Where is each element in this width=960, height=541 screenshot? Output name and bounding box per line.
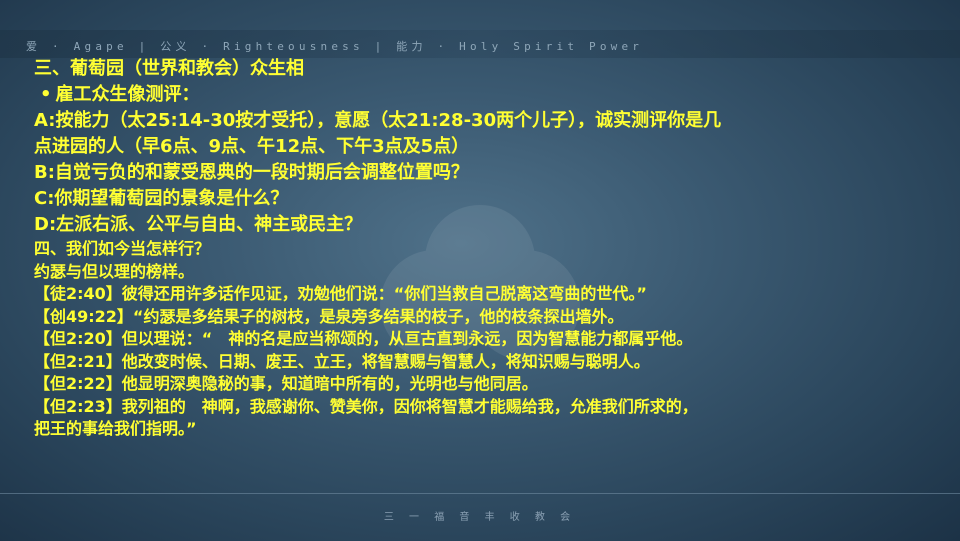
footer-church-name: 三 一 福 音 丰 收 教 会 [383,512,577,523]
verse-acts-2-40: 【徒2:40】彼得还用许多话作见证，劝勉他们说：“你们当救自己脱离这弯曲的世代。… [34,284,647,303]
section-3-title: 三、葡萄园（世界和教会）众生相 [34,58,304,79]
verse-dan-2-23-cont: 把王的事给我们指明。” [34,419,197,438]
verse-dan-2-22: 【但2:22】他显明深奥隐秘的事，知道暗中所有的，光明也与他同居。 [34,374,538,393]
verse-dan-2-21: 【但2:21】他改变时候、日期、废王、立王，将智慧赐与智慧人，将知识赐与聪明人。 [34,351,650,371]
bullet-line: • 雇工众生像测评： [34,82,939,108]
verse-gen-49-22: 【创49:22】“约瑟是多结果子的树枝，是泉旁多结果的枝子，他的枝条探出墙外。 [34,306,624,326]
footer-divider [0,493,960,494]
section-4-title: 四、我们如今当怎样行？ [34,239,211,258]
section-4-subtitle: 约瑟与但以理的榜样。 [34,261,195,281]
item-c: C:你期望葡萄园的景象是什么？ [34,188,289,209]
header-motto: 爱 · Agape | 公义 · Righteousness | 能力 · Ho… [26,40,644,53]
bullet-icon: • [40,84,52,105]
item-a-line-2: 点进园的人（早6点、9点、午12点、下午3点及5点） [34,136,470,157]
item-d: D:左派右派、公平与自由、神主或民主？ [34,214,363,235]
verse-dan-2-20: 【但2:20】但以理说：“ 神的名是应当称颂的，从亘古直到永远，因为智慧能力都属… [34,329,693,348]
item-a-line-1: A:按能力（太25:14-30按才受托），意愿（太21:28-30两个儿子），诚… [34,110,722,131]
bullet-text: 雇工众生像测评： [55,84,200,105]
verse-dan-2-23: 【但2:23】我列祖的 神啊，我感谢你、赞美你，因你将智慧才能赐给我，允准我们所… [34,396,698,416]
slide-content: 三、葡萄园（世界和教会）众生相 • 雇工众生像测评： A:按能力（太25:14-3… [34,56,939,441]
item-b: B:自觉亏负的和蒙受恩典的一段时期后会调整位置吗？ [34,162,469,183]
